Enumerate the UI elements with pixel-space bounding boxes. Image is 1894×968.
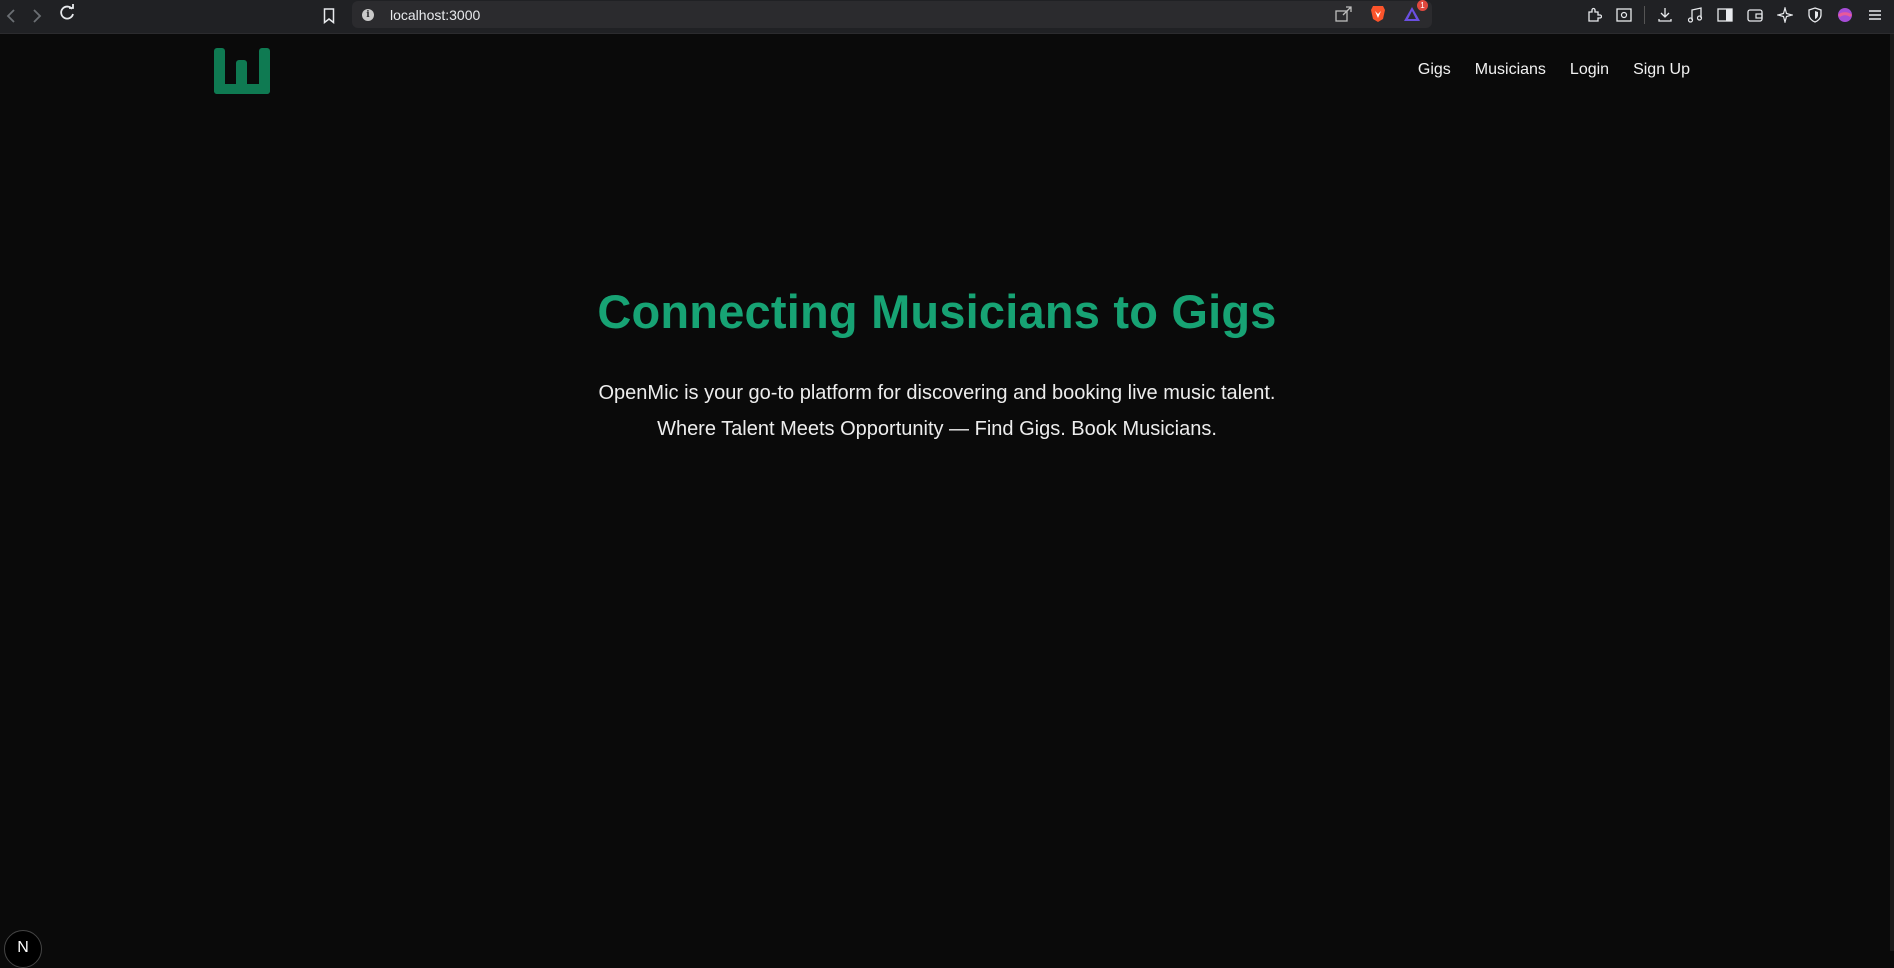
back-icon[interactable] xyxy=(0,5,22,27)
address-bar[interactable]: i localhost:3000 1 xyxy=(352,0,1432,28)
brave-rewards-icon[interactable]: 1 xyxy=(1402,0,1428,24)
menu-icon[interactable] xyxy=(1865,5,1885,25)
wallet-icon[interactable] xyxy=(1745,5,1765,25)
music-icon[interactable] xyxy=(1685,5,1705,25)
nav-musicians-link[interactable]: Musicians xyxy=(1475,61,1546,79)
vpn-shield-icon[interactable] xyxy=(1805,5,1825,25)
main-nav: Gigs Musicians Login Sign Up xyxy=(1418,61,1690,79)
nav-signup-link[interactable]: Sign Up xyxy=(1633,61,1690,79)
nav-login-link[interactable]: Login xyxy=(1570,61,1609,79)
extensions-icon[interactable] xyxy=(1584,5,1604,25)
hero-description: OpenMic is your go-to platform for disco… xyxy=(598,382,1276,404)
toolbar-divider xyxy=(1644,6,1645,24)
brave-shields-icon[interactable] xyxy=(1368,4,1388,24)
reload-icon[interactable] xyxy=(56,2,78,24)
bookmark-icon[interactable] xyxy=(318,5,340,27)
hero-section: Connecting Musicians to Gigs OpenMic is … xyxy=(0,284,1874,447)
nextjs-dev-indicator[interactable]: N xyxy=(4,930,42,968)
page: Gigs Musicians Login Sign Up Connecting … xyxy=(0,34,1894,951)
scrollbar[interactable] xyxy=(1890,34,1894,951)
site-info-icon[interactable]: i xyxy=(362,8,374,21)
download-icon[interactable] xyxy=(1655,5,1675,25)
rewards-badge: 1 xyxy=(1417,0,1428,11)
forward-icon[interactable] xyxy=(26,5,48,27)
site-header: Gigs Musicians Login Sign Up xyxy=(214,46,1690,96)
share-icon[interactable] xyxy=(1334,4,1354,24)
hero-title: Connecting Musicians to Gigs xyxy=(597,285,1277,338)
extensions-bar xyxy=(1584,5,1885,25)
hero-tagline: Where Talent Meets Opportunity — Find Gi… xyxy=(657,418,1217,440)
leo-ai-icon[interactable] xyxy=(1775,5,1795,25)
profile-avatar-icon[interactable] xyxy=(1835,5,1855,25)
tab-search-icon[interactable] xyxy=(1614,5,1634,25)
sidebar-icon[interactable] xyxy=(1715,5,1735,25)
url-text[interactable]: localhost:3000 xyxy=(390,7,480,23)
nav-gigs-link[interactable]: Gigs xyxy=(1418,61,1451,79)
browser-toolbar: i localhost:3000 1 xyxy=(0,0,1894,34)
openmic-logo[interactable] xyxy=(214,46,270,96)
